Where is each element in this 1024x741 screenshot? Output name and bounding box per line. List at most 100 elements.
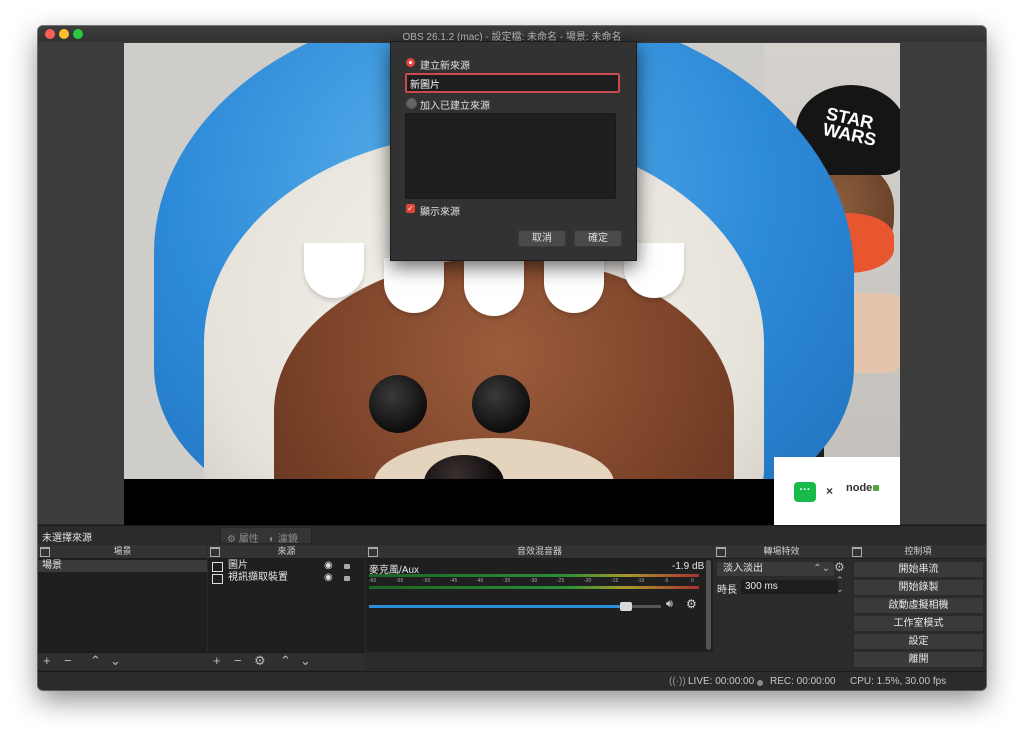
rec-timer: REC: 00:00:00	[770, 676, 836, 687]
transitions-title: 轉場特效	[763, 546, 800, 556]
start-recording-button[interactable]: 開始錄製	[853, 579, 984, 596]
add-source-icon[interactable]: +	[213, 654, 221, 668]
add-scene-icon[interactable]: +	[43, 654, 51, 668]
scene-item[interactable]: 場景	[38, 560, 207, 572]
bear-right-eye	[472, 375, 530, 433]
move-source-up-icon[interactable]: ⌃	[280, 654, 291, 668]
source-item-image[interactable]: 圖片 ◉	[208, 560, 365, 572]
meter-tick-label: 0	[691, 578, 694, 584]
properties-toolbar-group: ⚙ 屬性 ◐ 濾鏡	[220, 527, 312, 545]
transition-selected: 淡入淡出	[723, 563, 763, 574]
logo-overlay: ··· × node	[774, 457, 900, 525]
lock-icon[interactable]	[344, 564, 350, 569]
start-virtual-camera-button[interactable]: 啟動虛擬相機	[853, 597, 984, 614]
undock-icon[interactable]	[368, 547, 378, 557]
logo-separator: ×	[826, 484, 834, 498]
speaker-icon[interactable]: 🔊︎	[666, 598, 673, 611]
scenes-footer: + − ⌃ ⌄	[38, 652, 207, 670]
move-source-down-icon[interactable]: ⌄	[300, 654, 311, 668]
mixer-title: 音效混音器	[516, 546, 562, 556]
sources-title: 來源	[277, 546, 296, 556]
undock-icon[interactable]	[40, 547, 50, 557]
create-source-dialog: 建立新來源 加入已建立來源 ✓ 顯示來源 取消 確定	[390, 41, 637, 261]
make-visible-label: 顯示來源	[420, 207, 460, 218]
create-new-label: 建立新來源	[420, 61, 470, 72]
duration-label: 時長	[717, 585, 737, 596]
add-existing-radio[interactable]	[406, 98, 417, 109]
obs-window: OBS 26.1.2 (mac) - 設定檔: 未命名 - 場景: 未命名 ST…	[38, 26, 986, 690]
fader-handle[interactable]	[620, 602, 632, 611]
exit-button[interactable]: 離開	[853, 651, 984, 668]
cancel-button[interactable]: 取消	[518, 230, 566, 247]
meter-tick-label: -55	[396, 578, 404, 584]
no-source-selected-label: 未選擇來源	[42, 533, 92, 544]
image-icon	[212, 562, 223, 572]
meter-tick-label: -60	[369, 578, 377, 584]
gear-icon: ⚙	[227, 534, 236, 545]
transition-gear-icon[interactable]: ⚙	[834, 560, 845, 574]
move-scene-up-icon[interactable]: ⌃	[90, 654, 101, 668]
live-timer: LIVE: 00:00:00	[688, 676, 755, 687]
meter-tick-label: -30	[530, 578, 538, 584]
volume-meter	[369, 574, 699, 577]
duration-stepper-icon[interactable]: ⌃ ⌄	[836, 576, 844, 594]
make-visible-checkbox[interactable]: ✓	[406, 204, 415, 213]
source-item-video-capture[interactable]: 視訊擷取裝置 ◉	[208, 572, 365, 584]
chat-logo-icon: ···	[794, 482, 816, 502]
create-new-radio[interactable]	[406, 58, 415, 67]
properties-label: 屬性	[238, 534, 259, 545]
visibility-eye-icon[interactable]: ◉	[324, 560, 333, 572]
sources-list[interactable]: 圖片 ◉ 視訊擷取裝置 ◉	[208, 559, 365, 652]
sources-footer: + − ⚙ ⌃ ⌄	[208, 652, 365, 670]
mixer-dock-header: 音效混音器	[366, 545, 713, 559]
scenes-dock: 場景 場景 + − ⌃ ⌄	[38, 545, 207, 670]
undock-icon[interactable]	[210, 547, 220, 557]
node-logo-dot-icon	[873, 485, 880, 492]
scenes-dock-header: 場景	[38, 545, 207, 559]
meter-tick-label: -15	[611, 578, 619, 584]
visibility-eye-icon[interactable]: ◉	[324, 572, 333, 584]
status-bar: ((·)) LIVE: 00:00:00 REC: 00:00:00 CPU: …	[38, 671, 986, 690]
source-name-input[interactable]	[405, 73, 620, 93]
undock-icon[interactable]	[716, 547, 726, 557]
sources-dock: 來源 圖片 ◉ 視訊擷取裝置 ◉ + − ⚙ ⌃ ⌄	[208, 545, 365, 670]
node-logo: node	[846, 482, 880, 494]
filters-button[interactable]: ◐ 濾鏡	[269, 530, 298, 545]
studio-mode-button[interactable]: 工作室模式	[853, 615, 984, 632]
source-properties-gear-icon[interactable]: ⚙	[254, 654, 266, 668]
meter-tick-label: -50	[423, 578, 431, 584]
undock-icon[interactable]	[852, 547, 862, 557]
volume-fader[interactable]	[369, 602, 661, 611]
lock-icon[interactable]	[344, 576, 350, 581]
start-streaming-button[interactable]: 開始串流	[853, 561, 984, 578]
add-existing-label: 加入已建立來源	[420, 101, 490, 112]
mixer-body: 麥克風/Aux -1.9 dB -60 -55 -50 -45 -40 -35 -30 -25…	[366, 559, 713, 652]
scenes-title: 場景	[113, 546, 132, 556]
ok-button[interactable]: 確定	[574, 230, 622, 247]
scenes-list[interactable]: 場景	[38, 559, 207, 652]
meter-tick-label: -45	[450, 578, 458, 584]
meter-tick-label: -5	[664, 578, 669, 584]
bear-left-eye	[369, 375, 427, 433]
sources-dock-header: 來源	[208, 545, 365, 559]
duration-input[interactable]: 300 ms	[740, 579, 839, 595]
mixer-db-value: -1.9 dB	[672, 561, 705, 572]
transition-select[interactable]: 淡入淡出 ⌃⌄	[716, 561, 835, 577]
move-scene-down-icon[interactable]: ⌄	[110, 654, 121, 668]
cpu-fps: CPU: 1.5%, 30.00 fps	[850, 676, 947, 687]
existing-sources-list[interactable]	[405, 113, 616, 199]
filter-icon: ◐	[269, 534, 276, 545]
remove-scene-icon[interactable]: −	[64, 654, 72, 668]
camera-icon	[212, 574, 223, 584]
meter-tick-label: -25	[557, 578, 565, 584]
node-logo-text: node	[846, 482, 873, 494]
mixer-gear-icon[interactable]: ⚙	[686, 597, 697, 611]
mixer-scrollbar[interactable]	[706, 560, 711, 650]
settings-button[interactable]: 設定	[853, 633, 984, 650]
remove-source-icon[interactable]: −	[234, 654, 242, 668]
audio-mixer-dock: 音效混音器 麥克風/Aux -1.9 dB -60 -55 -50 -45 -40 -35…	[366, 545, 713, 670]
select-chevron-icon: ⌃⌄	[813, 563, 830, 574]
properties-button[interactable]: ⚙ 屬性	[227, 530, 259, 545]
controls-title: 控制項	[904, 546, 932, 556]
meter-tick-label: -10	[637, 578, 645, 584]
